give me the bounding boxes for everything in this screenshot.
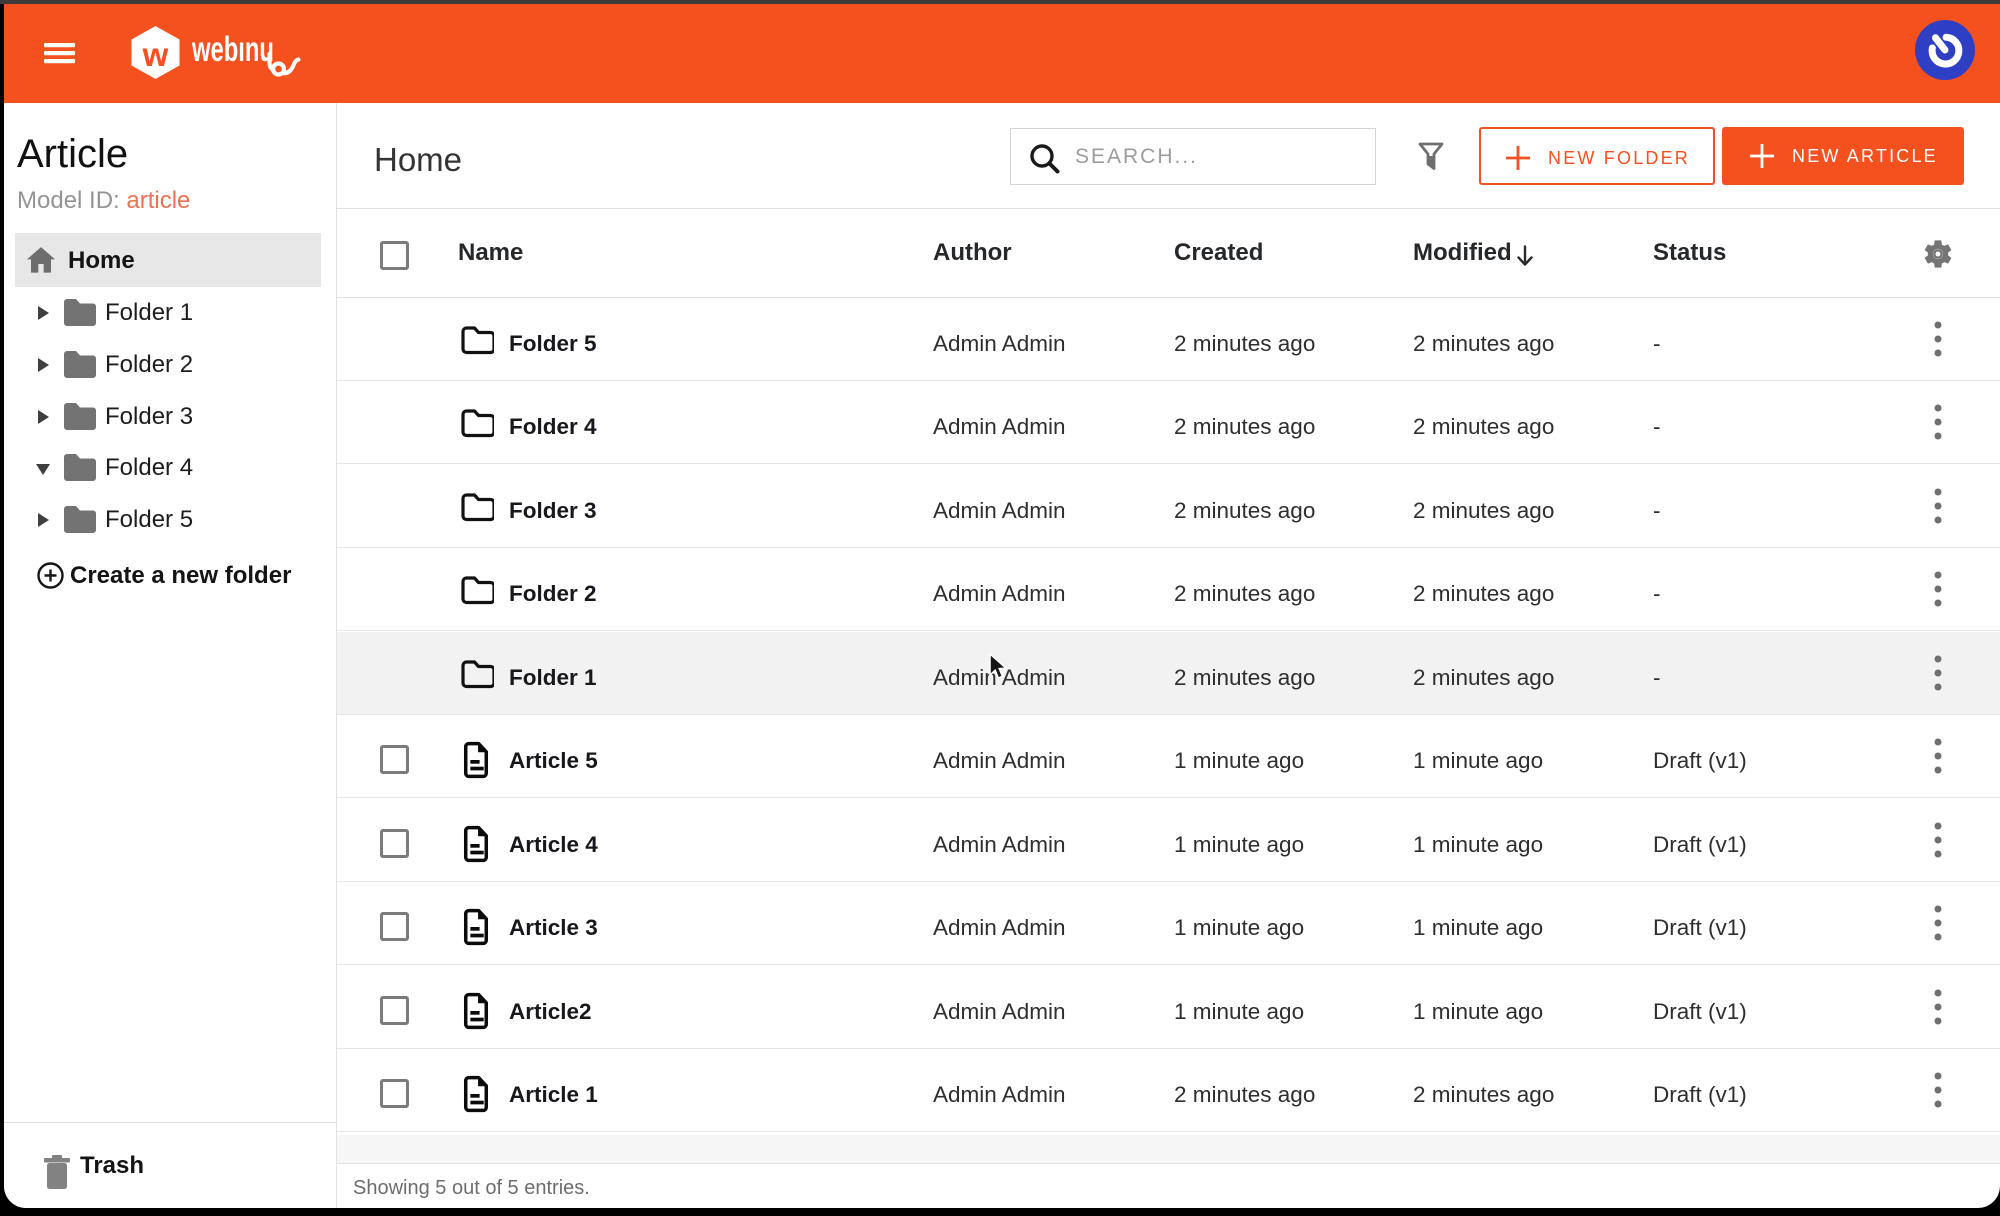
svg-text:w: w bbox=[142, 36, 169, 73]
